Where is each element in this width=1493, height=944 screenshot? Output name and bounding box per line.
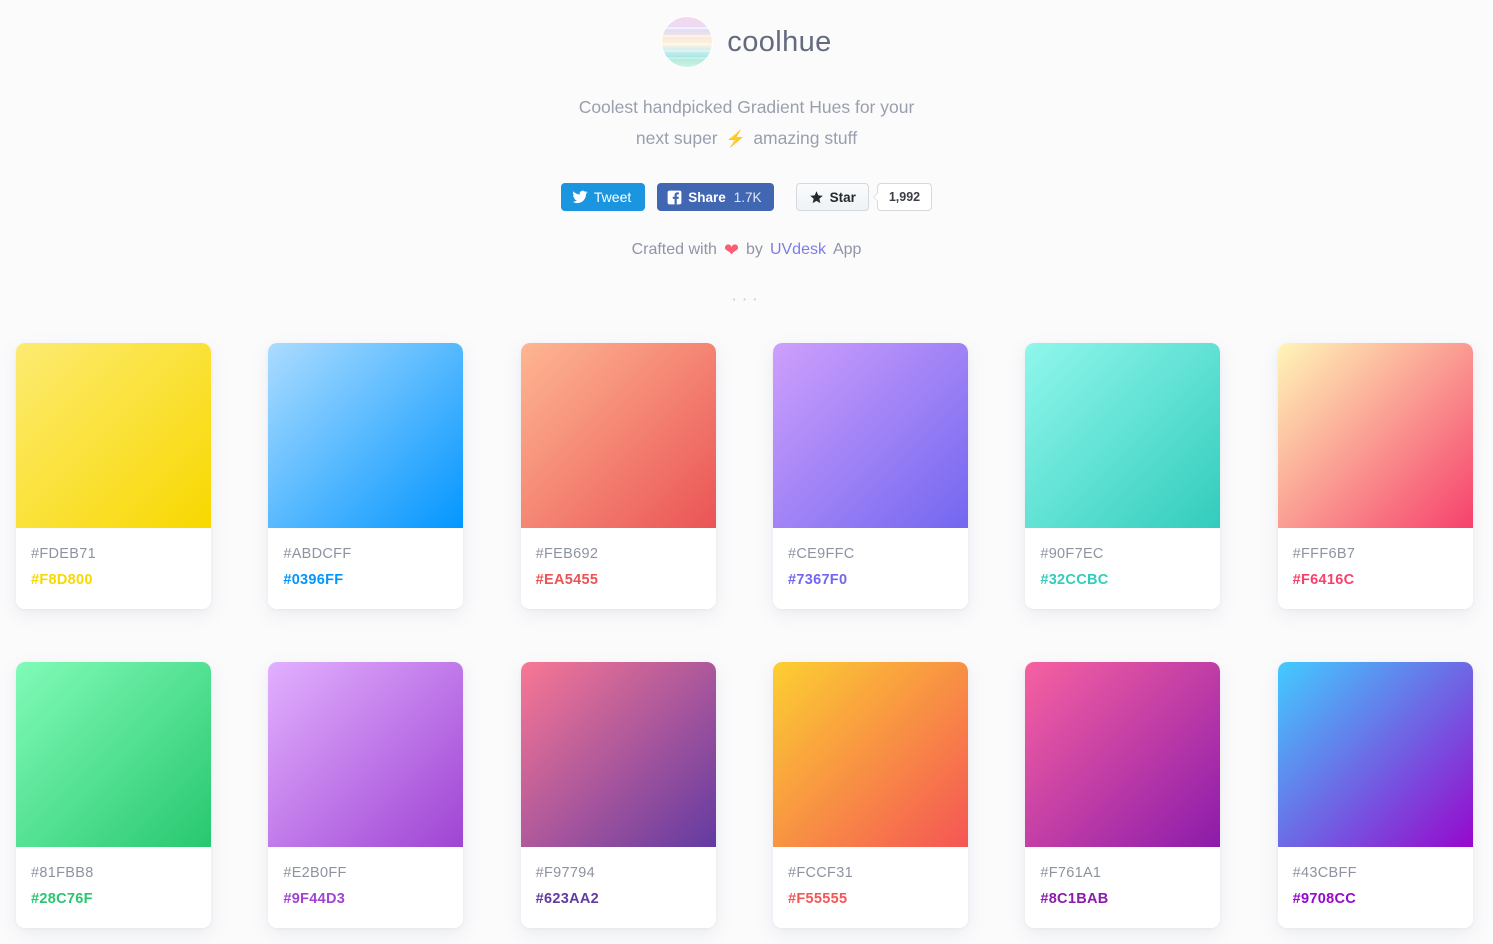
gradient-hex-from[interactable]: #F97794: [536, 860, 701, 886]
tagline: Coolest handpicked Gradient Hues for you…: [0, 92, 1493, 155]
credit-prefix: Crafted with: [631, 241, 717, 258]
gradient-meta: #FFF6B7 #F6416C: [1277, 528, 1473, 609]
gradient-hex-from[interactable]: #FDEB71: [31, 541, 196, 567]
social-buttons: Tweet Share 1.7K Star 1,992: [0, 183, 1493, 211]
credit-suffix: App: [832, 241, 862, 258]
gradient-card[interactable]: #E2B0FF #9F44D3: [268, 662, 464, 928]
gradient-hex-from[interactable]: #F761A1: [1040, 860, 1205, 886]
gradient-card[interactable]: #81FBB8 #28C76F: [16, 662, 211, 928]
twitter-icon: [572, 189, 588, 205]
credit-line: Crafted with ❤ by UVdesk App: [0, 241, 1493, 259]
share-count: 1.7K: [733, 189, 762, 205]
gradient-meta: #ABDCFF #0396FF: [268, 528, 464, 609]
gradient-hex-to[interactable]: #32CCBC: [1040, 567, 1205, 593]
gradient-hex-from[interactable]: #43CBFF: [1293, 860, 1458, 886]
gradient-card[interactable]: #F761A1 #8C1BAB: [1025, 662, 1221, 928]
tweet-button[interactable]: Tweet: [560, 183, 646, 211]
gradient-hex-from[interactable]: #E2B0FF: [283, 860, 448, 886]
gradient-card[interactable]: #43CBFF #9708CC: [1277, 662, 1473, 928]
gradient-hex-to[interactable]: #F8D800: [31, 567, 196, 593]
gradient-hex-to[interactable]: #0396FF: [283, 567, 448, 593]
gradient-card[interactable]: #FDEB71 #F8D800: [16, 343, 211, 609]
gradient-meta: #81FBB8 #28C76F: [16, 847, 211, 928]
gradient-card[interactable]: #FFF6B7 #F6416C: [1277, 343, 1473, 609]
gradient-hex-to[interactable]: #7367F0: [788, 567, 953, 593]
gradient-card[interactable]: #FCCF31 #F55555: [772, 662, 968, 928]
gradient-hex-to[interactable]: #EA5455: [536, 567, 701, 593]
gradient-meta: #FCCF31 #F55555: [772, 847, 968, 928]
gradient-swatch[interactable]: [772, 343, 968, 528]
gradient-hex-from[interactable]: #90F7EC: [1040, 541, 1205, 567]
gradient-card[interactable]: #F97794 #623AA2: [520, 662, 716, 928]
gradient-hex-to[interactable]: #8C1BAB: [1040, 886, 1205, 912]
gradient-hex-from[interactable]: #FCCF31: [788, 860, 953, 886]
gradient-swatch[interactable]: [268, 662, 464, 847]
gradient-swatch[interactable]: [16, 662, 211, 847]
tweet-label: Tweet: [593, 189, 632, 205]
star-label: Star: [829, 189, 856, 205]
gradient-hex-to[interactable]: #F6416C: [1293, 567, 1458, 593]
gradient-hex-to[interactable]: #9F44D3: [283, 886, 448, 912]
heart-icon: ❤: [723, 240, 740, 260]
gradient-sphere-icon: [661, 16, 714, 68]
gradient-swatch[interactable]: [268, 343, 464, 528]
brand-header: coolhue: [0, 0, 1493, 68]
tagline-line-2-before: next super: [635, 128, 718, 148]
star-count[interactable]: 1,992: [872, 183, 933, 211]
gradient-hex-from[interactable]: #FEB692: [536, 541, 701, 567]
gradient-swatch[interactable]: [520, 343, 716, 528]
gradient-hex-to[interactable]: #623AA2: [536, 886, 701, 912]
gradient-meta: #FEB692 #EA5455: [520, 528, 716, 609]
gradient-card[interactable]: #90F7EC #32CCBC: [1025, 343, 1221, 609]
gradient-hex-from[interactable]: #81FBB8: [31, 860, 196, 886]
gradient-meta: #43CBFF #9708CC: [1277, 847, 1473, 928]
gradient-swatch[interactable]: [772, 662, 968, 847]
facebook-icon: [667, 190, 682, 205]
gradient-meta: #CE9FFC #7367F0: [772, 528, 968, 609]
gradient-card[interactable]: #ABDCFF #0396FF: [268, 343, 464, 609]
gradient-meta: #F761A1 #8C1BAB: [1025, 847, 1221, 928]
gradient-meta: #F97794 #623AA2: [520, 847, 716, 928]
credit-middle: by: [746, 241, 763, 258]
gradient-swatch[interactable]: [1277, 343, 1473, 528]
gradient-swatch[interactable]: [520, 662, 716, 847]
uvdesk-link[interactable]: UVdesk: [770, 241, 826, 259]
gradient-meta: #E2B0FF #9F44D3: [268, 847, 464, 928]
gradient-card[interactable]: #FEB692 #EA5455: [520, 343, 716, 609]
gradient-hex-to[interactable]: #9708CC: [1293, 886, 1458, 912]
facebook-share-button[interactable]: Share 1.7K: [657, 183, 774, 211]
gradient-swatch[interactable]: [1277, 662, 1473, 847]
dots-divider: ···: [731, 289, 762, 310]
gradient-hex-to[interactable]: #28C76F: [31, 886, 196, 912]
star-icon: [809, 190, 824, 205]
gradient-hex-from[interactable]: #CE9FFC: [788, 541, 953, 567]
share-label: Share: [688, 189, 726, 205]
bolt-icon: ⚡: [725, 131, 746, 148]
tagline-line-1: Coolest handpicked Gradient Hues for you…: [578, 97, 915, 117]
star-button[interactable]: Star: [795, 183, 869, 211]
gradient-meta: #90F7EC #32CCBC: [1025, 528, 1221, 609]
tagline-line-2-after: amazing stuff: [753, 128, 858, 148]
brand-name: coolhue: [727, 25, 832, 58]
gradient-grid: #FDEB71 #F8D800 #ABDCFF #0396FF #FEB692 #EA54…: [0, 343, 1493, 928]
gradient-swatch[interactable]: [16, 343, 211, 528]
gradient-hex-from[interactable]: #FFF6B7: [1293, 541, 1458, 567]
gradient-swatch[interactable]: [1025, 343, 1221, 528]
gradient-hex-to[interactable]: #F55555: [788, 886, 953, 912]
coolhue-page: coolhue Coolest handpicked Gradient Hues…: [0, 0, 1493, 928]
github-star-group: Star 1,992: [795, 183, 933, 211]
gradient-hex-from[interactable]: #ABDCFF: [283, 541, 448, 567]
gradient-meta: #FDEB71 #F8D800: [16, 528, 211, 609]
gradient-card[interactable]: #CE9FFC #7367F0: [772, 343, 968, 609]
gradient-swatch[interactable]: [1025, 662, 1221, 847]
